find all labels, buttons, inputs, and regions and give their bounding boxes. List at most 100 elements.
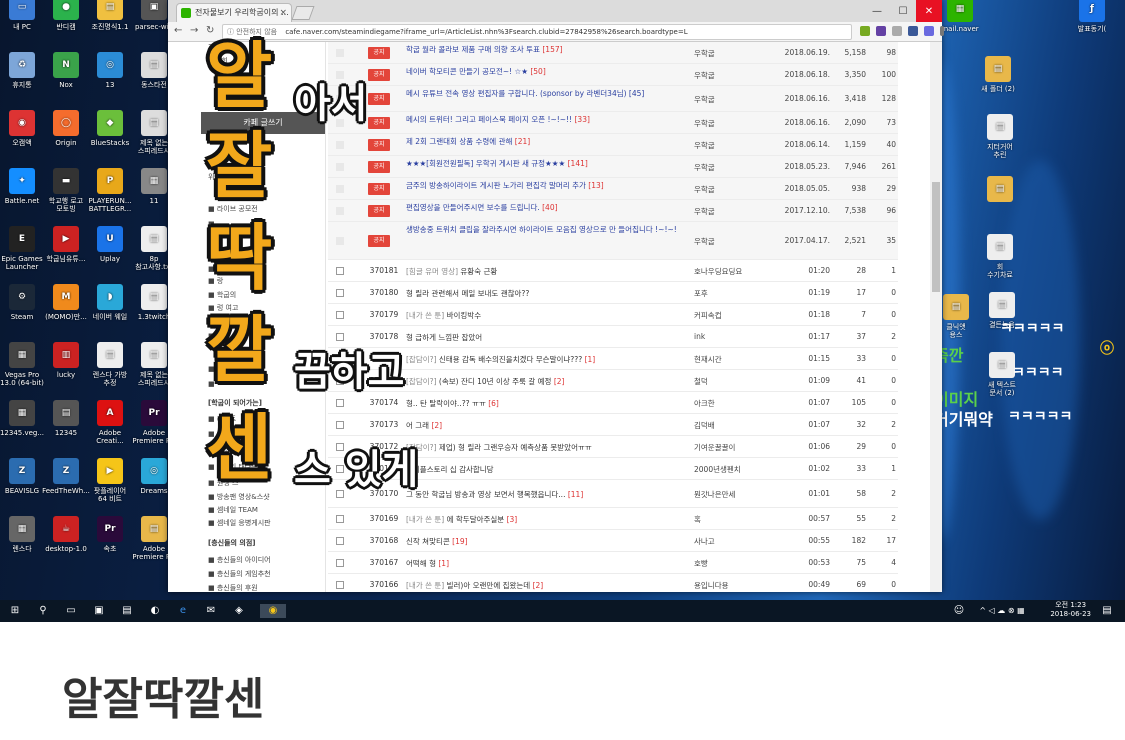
post-title-link[interactable]: [내가 쓴 툰] 바이킹박수 xyxy=(406,310,676,321)
row-checkbox[interactable] xyxy=(336,184,344,193)
twitch-extension-icon[interactable] xyxy=(876,26,886,36)
file-explorer-icon[interactable]: ▤ xyxy=(120,604,134,618)
row-checkbox[interactable] xyxy=(336,558,344,567)
post-title-link[interactable]: [잡담이?] 신태용 감독 배수의진을치겠다 무슨말이냐??? [1] xyxy=(406,354,676,365)
post-row[interactable]: 370176 [잡담이?] (속보) 잔디 10년 이상 주룩 갈 예정 [2] 철… xyxy=(328,370,898,392)
steam-icon[interactable]: ◈ xyxy=(232,604,246,618)
row-checkbox[interactable] xyxy=(336,236,344,245)
edge-icon[interactable]: e xyxy=(176,604,190,618)
post-title-link[interactable]: [내가 쓴 툰] 빌러)아 오랜만에 집왔는데 [2] xyxy=(406,580,676,591)
desktop-shortcut[interactable]: ▤ 회 수기차료 xyxy=(970,234,1030,279)
row-checkbox[interactable] xyxy=(336,48,344,57)
notice-row[interactable]: 공지 생방송중 트위치 클립을 잘라주시면 하이라이트 모음집 영상으로 만 들어… xyxy=(328,222,898,260)
notice-row[interactable]: 공지 메시 유튜브 전속 영상 편집자를 구합니다. (sponsor by 라벤… xyxy=(328,86,898,112)
post-author[interactable]: 우학굽 xyxy=(694,70,764,81)
post-row[interactable]: 370173 어 그래 [2] 김덕배 01:07 32 2 xyxy=(328,414,898,436)
minimize-button[interactable]: — xyxy=(864,0,890,22)
post-title-link[interactable]: 형 릴라 관련해서 메일 보내도 괜찮아?? xyxy=(406,288,676,299)
post-row[interactable]: 370177 [잡담이?] 신태용 감독 배수의진을치겠다 무슨말이냐??? [1… xyxy=(328,348,898,370)
post-author[interactable]: 포후 xyxy=(694,288,764,299)
post-author[interactable]: 기여운꿀꿀이 xyxy=(694,442,764,453)
extension-icon[interactable] xyxy=(892,26,902,36)
browser-icon[interactable]: ◐ xyxy=(148,604,162,618)
post-row[interactable]: 370174 형.. 탄 탈락이야..?? ㅠㅠ [6] 아크한 01:07 105 0 xyxy=(328,392,898,414)
sidebar-menu-item[interactable]: ■ 층신들의 게임추천 xyxy=(208,569,271,579)
notice-row[interactable]: 공지 네이버 학모티콘 만들기 공모전~! ☆★ [50] 우학굽 2018.06.1… xyxy=(328,64,898,86)
post-author[interactable]: 호나우딩요딩요 xyxy=(694,266,764,277)
task-view-icon[interactable]: ▭ xyxy=(64,604,78,618)
post-author[interactable]: 우학굽 xyxy=(694,48,764,59)
post-author[interactable]: 우학굽 xyxy=(694,206,764,217)
row-checkbox[interactable] xyxy=(336,266,344,275)
sidebar-menu-item[interactable]: ■ 셈네일 응병게시판 xyxy=(208,518,271,528)
post-author[interactable]: 우학굽 xyxy=(694,236,764,247)
tab-close-icon[interactable]: × xyxy=(279,4,287,22)
post-title-link[interactable]: 형.. 탄 탈락이야..?? ㅠㅠ [6] xyxy=(406,398,676,409)
post-row[interactable]: 370181 [힘글 유머 영상] 유황숙 근황 호나우딩요딩요 01:20 28 1 xyxy=(328,260,898,282)
post-author[interactable]: 사나고 xyxy=(694,536,764,547)
row-checkbox[interactable] xyxy=(336,332,344,341)
post-author[interactable]: 호빵 xyxy=(694,558,764,569)
notice-title-link[interactable]: 학굽 월라 콜라보 제품 구매 의향 조사 투표 [157] xyxy=(406,45,676,55)
close-window-button[interactable]: ✕ xyxy=(916,0,942,22)
post-title-link[interactable]: [잡담이?] (속보) 잔디 10년 이상 주룩 갈 예정 [2] xyxy=(406,376,676,387)
notice-row[interactable]: 공지 메시의 트위터! 그리고 페이스북 페이지 오픈 !~!~!! [33] 우학… xyxy=(328,112,898,134)
post-author[interactable]: 용입니다용 xyxy=(694,580,764,591)
chrome-icon[interactable]: ◉ xyxy=(260,604,286,618)
windows-start-icon[interactable]: ⊞ xyxy=(8,604,22,618)
post-author[interactable]: 우학굽 xyxy=(694,118,764,129)
post-author[interactable]: 김덕배 xyxy=(694,420,764,431)
browser-tab[interactable]: 전자물보기 우리학굽이의 ... × xyxy=(176,3,292,22)
notice-title-link[interactable]: 메시 유튜브 전속 영상 편집자를 구합니다. (sponsor by 라벤더3… xyxy=(406,89,676,99)
post-row[interactable]: 370166 [내가 쓴 툰] 빌러)아 오랜만에 집왔는데 [2] 용입니다용 00… xyxy=(328,574,898,592)
maximize-button[interactable]: ☐ xyxy=(890,0,916,22)
row-checkbox[interactable] xyxy=(336,206,344,215)
post-author[interactable]: 아크한 xyxy=(694,398,764,409)
sidebar-menu-item[interactable]: ■ 셈네일 TEAM xyxy=(208,505,258,515)
taskbar-clock[interactable]: 오전 1:23 2018-06-23 xyxy=(1050,601,1091,619)
post-title-link[interactable]: 어떡해 형 [1] xyxy=(406,558,676,569)
sidebar-menu-item[interactable]: ■ 층신들의 후원 xyxy=(208,583,258,593)
post-author[interactable]: 우학굽 xyxy=(694,162,764,173)
people-icon[interactable]: ☺ xyxy=(952,604,966,618)
row-checkbox[interactable] xyxy=(336,162,344,171)
row-checkbox[interactable] xyxy=(336,536,344,545)
post-title-link[interactable]: [잡담이?] 제업) 형 릴라 그랜우승자 예측상품 못받았어ㅠㅠ xyxy=(406,442,676,453)
new-tab-button[interactable] xyxy=(291,6,315,20)
url-input[interactable]: ⓘ 안전하지 않음 cafe.naver.com/steamindiegame?… xyxy=(222,24,852,40)
forward-arrow-icon[interactable]: → xyxy=(190,25,198,36)
post-author[interactable]: 우학굽 xyxy=(694,94,764,105)
row-checkbox[interactable] xyxy=(336,420,344,429)
post-author[interactable]: 뭔갓나은만세 xyxy=(694,489,764,500)
post-author[interactable]: 철덕 xyxy=(694,376,764,387)
post-row[interactable]: 370168 신작 쳐맞티콘 [19] 사나고 00:55 182 17 xyxy=(328,530,898,552)
post-title-link[interactable]: 그 동안 학굽님 방송과 영상 보면서 행복했읍니다... [11] xyxy=(406,489,676,500)
post-title-link[interactable]: [내가 쓴 툰] 에 학두달아주실분 [3] xyxy=(406,514,676,525)
notice-title-link[interactable]: 메시의 트위터! 그리고 페이스북 페이지 오픈 !~!~!! [33] xyxy=(406,115,676,125)
notice-row[interactable]: 공지 제 2회 그랜대회 상품 수령에 관해 [21] 우학굽 2018.06.14.… xyxy=(328,134,898,156)
extension-icon[interactable] xyxy=(924,26,934,36)
desktop-shortcut[interactable]: ▤ xyxy=(970,176,1030,205)
post-title-link[interactable]: 어 그래 [2] xyxy=(406,420,676,431)
notice-row[interactable]: 공지 학굽 월라 콜라보 제품 구매 의향 조사 투표 [157] 우학굽 2018.… xyxy=(328,42,898,64)
desktop-shortcut[interactable]: ▤ 새 폴더 (2) xyxy=(968,56,1028,93)
desktop-shortcut[interactable]: ƒ 발표동기( xyxy=(1062,0,1122,33)
notice-row[interactable]: 공지 금주의 방송하이라이트 게시판 노가리 편집각 말머리 추가 [13] 우학굽… xyxy=(328,178,898,200)
post-author[interactable]: 우학굽 xyxy=(694,140,764,151)
sidebar-menu-item[interactable]: ■ 층신들의 아이디어 xyxy=(208,555,271,565)
row-checkbox[interactable] xyxy=(336,70,344,79)
row-checkbox[interactable] xyxy=(336,310,344,319)
notice-title-link[interactable]: 편집영상을 만들어주시면 보수를 드립니다. [40] xyxy=(406,203,676,213)
notice-title-link[interactable]: 제 2회 그랜대회 상품 수령에 관해 [21] xyxy=(406,137,676,147)
post-title-link[interactable]: 신작 쳐맞티콘 [19] xyxy=(406,536,676,547)
post-title-link[interactable]: 메이플스토리 십 감사합니당 xyxy=(406,464,676,475)
post-row[interactable]: 370179 [내가 쓴 툰] 바이킹박수 커피속컵 01:18 7 0 xyxy=(328,304,898,326)
store-icon[interactable]: ▣ xyxy=(92,604,106,618)
chrome-menu-icon[interactable] xyxy=(940,26,944,36)
sidebar-menu-item[interactable]: [층신들의 의점] xyxy=(208,538,255,548)
row-checkbox[interactable] xyxy=(336,580,344,589)
sidebar-menu-item[interactable]: ■ 방송팬 영상&스샷 xyxy=(208,492,270,502)
post-author[interactable]: ink xyxy=(694,332,764,341)
post-title-link[interactable]: 형 급하게 느낌판 잡았어 xyxy=(406,332,676,343)
row-checkbox[interactable] xyxy=(336,140,344,149)
